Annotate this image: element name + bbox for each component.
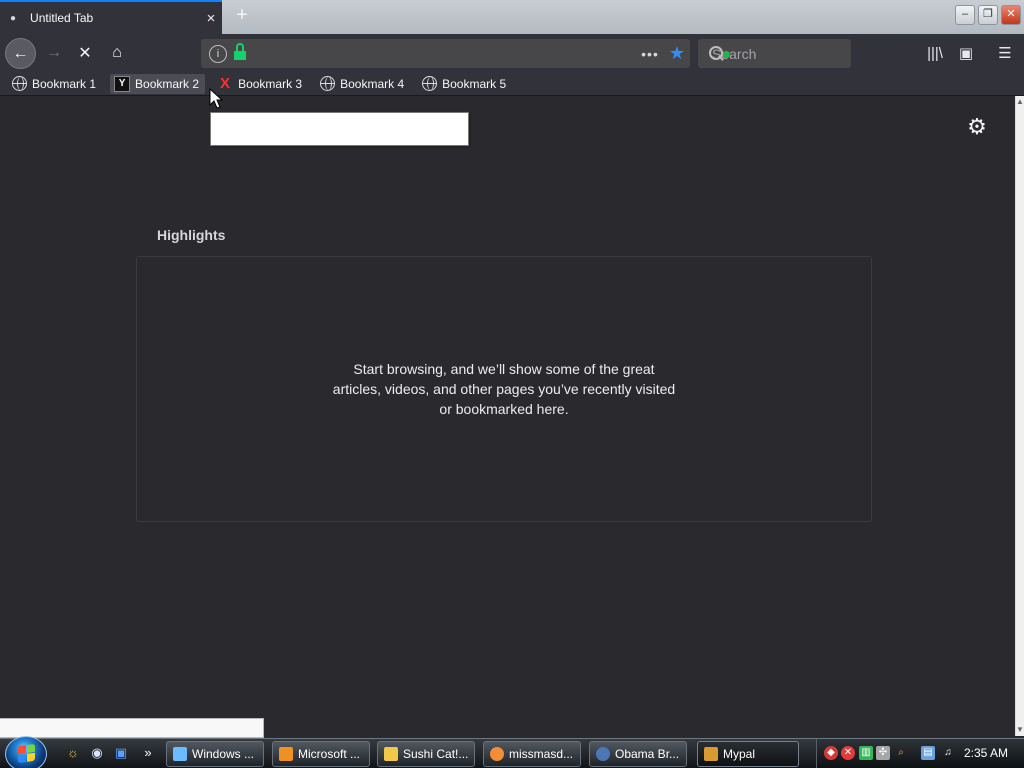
sidebar-icon[interactable]: ▣ xyxy=(951,38,981,68)
page-actions-menu-icon[interactable]: ••• xyxy=(636,46,664,62)
loading-throbber-icon: ● xyxy=(10,12,17,24)
tray-shield-icon[interactable]: ◆ xyxy=(824,746,838,760)
search-input[interactable] xyxy=(712,45,893,62)
bookmark-tooltip xyxy=(210,112,469,146)
window-icon xyxy=(173,747,187,761)
document-icon xyxy=(384,747,398,761)
taskbar-label: missmasd... xyxy=(509,747,574,761)
taskbar-button[interactable]: Microsoft ... xyxy=(272,741,370,767)
bookmark-label: Bookmark 1 xyxy=(32,76,97,91)
taskbar-clock[interactable]: 2:35 AM xyxy=(964,746,1008,760)
taskbar-label: Windows ... xyxy=(192,747,255,761)
forward-button[interactable]: → xyxy=(39,38,69,68)
bookmark-label: Bookmark 2 xyxy=(135,76,200,91)
taskbar-button[interactable]: missmasd... xyxy=(483,741,581,767)
library-icon[interactable]: |||\ xyxy=(920,38,950,68)
quick-launch-overflow-icon[interactable]: » xyxy=(139,744,157,762)
office-icon xyxy=(279,747,293,761)
stop-loading-button[interactable]: ✕ xyxy=(70,38,100,68)
browser-icon xyxy=(596,747,610,761)
globe-icon xyxy=(12,76,27,91)
active-tab[interactable]: ● Untitled Tab × xyxy=(0,0,222,34)
new-tab-page: ⚙ Highlights Start browsing, and we’ll s… xyxy=(0,96,1015,718)
mypal-icon xyxy=(704,747,718,761)
restore-window-button[interactable]: ❐ xyxy=(978,5,998,25)
bookmark-item[interactable]: Bookmark 4 xyxy=(316,74,410,94)
back-button[interactable]: ← xyxy=(5,38,36,69)
globe-icon xyxy=(320,76,336,91)
bookmark-item[interactable]: Bookmark 1 xyxy=(8,74,102,94)
tray-search-icon[interactable]: ⌕ xyxy=(894,746,908,760)
chrome-icon xyxy=(490,747,504,761)
search-engine-add-icon xyxy=(723,50,730,58)
main-menu-icon[interactable]: ☰ xyxy=(990,38,1020,68)
quick-launch-browser-icon[interactable]: ◉ xyxy=(88,744,106,762)
browser-window: ● Untitled Tab × + – ❐ ✕ ← → ✕ ⌂ i ••• ★… xyxy=(0,0,1024,768)
system-tray: ◆ ✕ ▥ ✣ ⌕ ▤ ♫ 2:35 AM xyxy=(816,739,1024,768)
bookmarks-toolbar: Bookmark 1 Y Bookmark 2 X Bookmark 3 Boo… xyxy=(0,72,1024,96)
arrow-cursor-icon xyxy=(209,88,223,109)
tray-error-icon[interactable]: ✕ xyxy=(841,746,855,760)
highlights-heading: Highlights xyxy=(157,227,226,243)
site-favicon-icon: Y xyxy=(114,75,131,92)
highlights-empty-panel: Start browsing, and we’ll show some of t… xyxy=(136,256,872,522)
taskbar-label: Microsoft ... xyxy=(298,747,361,761)
site-info-icon[interactable]: i xyxy=(209,44,227,63)
scroll-down-icon[interactable]: ▼ xyxy=(1016,724,1024,736)
lock-icon xyxy=(234,42,246,60)
taskbar-label: Sushi Cat!... xyxy=(403,747,469,761)
tab-title: Untitled Tab xyxy=(30,11,94,25)
taskbar-label: Obama Br... xyxy=(615,747,680,761)
bookmark-label: Bookmark 5 xyxy=(442,76,507,91)
bookmark-item[interactable]: Bookmark 5 xyxy=(418,74,512,94)
start-button[interactable] xyxy=(5,736,47,768)
taskbar-button[interactable]: Obama Br... xyxy=(589,741,687,767)
taskbar-button[interactable]: Windows ... xyxy=(166,741,264,767)
search-box[interactable] xyxy=(698,39,893,68)
minimize-window-button[interactable]: – xyxy=(955,5,975,25)
scroll-up-icon[interactable]: ▲ xyxy=(1016,96,1024,108)
tab-close-icon[interactable]: × xyxy=(200,10,222,27)
globe-icon xyxy=(422,76,438,91)
tray-status-icon[interactable]: ▥ xyxy=(859,746,873,760)
bookmark-item[interactable]: X Bookmark 3 xyxy=(213,74,308,94)
taskbar-button[interactable]: Sushi Cat!... xyxy=(377,741,475,767)
taskbar-label: Mypal xyxy=(723,747,756,761)
home-button[interactable]: ⌂ xyxy=(102,38,132,68)
address-bar[interactable]: i ••• ★ xyxy=(201,39,690,68)
navigation-toolbar: ← → ✕ ⌂ i ••• ★ |||\ ▣ ☰ xyxy=(0,34,1024,72)
vertical-scrollbar[interactable]: ▲ ▼ xyxy=(1015,96,1024,736)
empty-highlights-message: Start browsing, and we’ll show some of t… xyxy=(332,361,676,417)
tray-volume-icon[interactable]: ♫ xyxy=(941,746,955,760)
tray-network-icon[interactable]: ▤ xyxy=(921,746,935,760)
taskbar-button[interactable]: Mypal xyxy=(697,741,799,767)
new-tab-button[interactable]: + xyxy=(230,4,254,28)
status-bar xyxy=(0,718,264,738)
bookmark-star-icon[interactable]: ★ xyxy=(664,43,690,64)
settings-gear-icon[interactable]: ⚙ xyxy=(964,114,990,140)
quick-launch-cat-icon[interactable]: ☼ xyxy=(64,744,82,762)
close-window-button[interactable]: ✕ xyxy=(1001,5,1021,25)
bookmark-item[interactable]: Y Bookmark 2 xyxy=(110,73,206,94)
windows-taskbar: ☼ ◉ ▣ » Windows ... Microsoft ... Sushi … xyxy=(0,736,1024,768)
quick-launch-desktop-icon[interactable]: ▣ xyxy=(112,744,130,762)
bookmark-label: Bookmark 4 xyxy=(340,76,405,91)
tab-strip: ● Untitled Tab × + – ❐ ✕ xyxy=(0,0,1024,34)
bookmark-label: Bookmark 3 xyxy=(238,76,303,91)
tray-settings-icon[interactable]: ✣ xyxy=(876,746,890,760)
